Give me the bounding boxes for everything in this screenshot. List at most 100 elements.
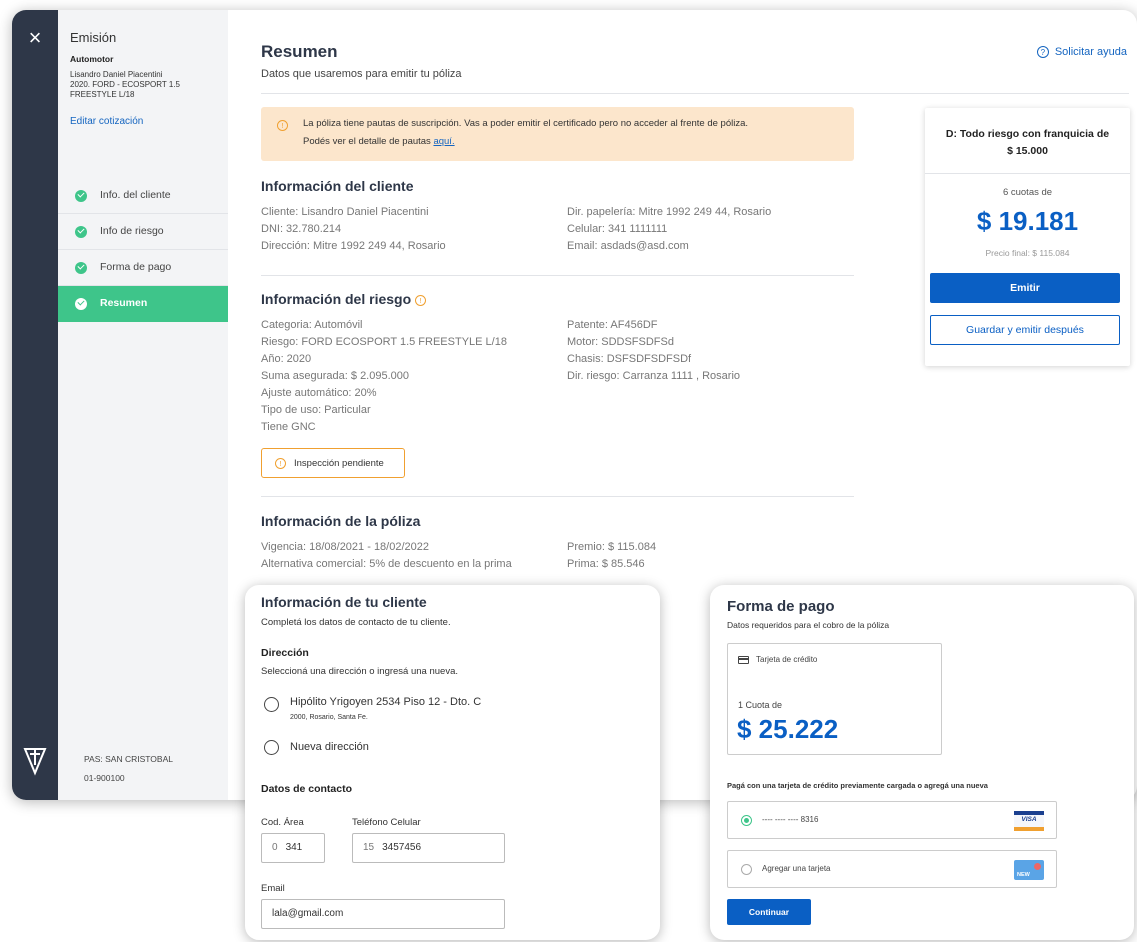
risk-address: Dir. riesgo: Carranza 1111 , Rosario xyxy=(567,370,741,382)
sidebar-code: 01-900100 xyxy=(84,773,125,783)
sidebar-pas: PAS: SAN CRISTOBAL xyxy=(84,754,173,764)
inspection-pending-badge[interactable]: ! Inspección pendiente xyxy=(261,448,405,478)
address-option-detail: 2000, Rosario, Santa Fe. xyxy=(290,714,368,721)
new-card-icon: NEW xyxy=(1014,860,1044,880)
plan-line1: D: Todo riesgo con franquicia de xyxy=(945,128,1110,140)
credit-card-option[interactable]: Tarjeta de crédito 1 Cuota de $ 25.222 xyxy=(727,643,942,755)
area-code-input[interactable]: 0 341 xyxy=(261,833,325,863)
emit-button[interactable]: Emitir xyxy=(930,273,1120,303)
sidebar-step-client-info[interactable]: Info. del cliente xyxy=(58,178,228,214)
plan-name: D: Todo riesgo con franquicia de $ 15.000 xyxy=(933,126,1122,160)
installment-amount: $ 19.181 xyxy=(976,206,1079,236)
alert-line2: Podés ver el detalle de pautas aquí. xyxy=(303,136,455,147)
policy-commercial-alt: Alternativa comercial: 5% de descuento e… xyxy=(261,558,512,570)
address-option-label: Hipólito Yrigoyen 2534 Piso 12 - Dto. C xyxy=(290,696,482,708)
area-code-prefix: 0 xyxy=(272,842,278,853)
sidebar-title: Emisión xyxy=(70,30,117,45)
help-label: Solicitar ayuda xyxy=(1054,46,1127,58)
left-rail: × xyxy=(12,10,58,800)
edit-quote-link[interactable]: Editar cotización xyxy=(70,116,143,127)
continue-button[interactable]: Continuar xyxy=(727,899,811,925)
warning-icon: ! xyxy=(275,458,286,469)
brand-logo-icon xyxy=(23,748,47,776)
contact-title: Datos de contacto xyxy=(261,783,353,795)
sidebar-step-summary[interactable]: Resumen xyxy=(58,286,228,322)
phone-value: 3457456 xyxy=(382,842,422,853)
saved-card-radio[interactable] xyxy=(741,815,752,826)
risk-vehicle: Riesgo: FORD ECOSPORT 1.5 FREESTYLE L/18 xyxy=(261,336,507,348)
policy-premium: Premio: $ 115.084 xyxy=(567,541,657,553)
client-info-title: Información del cliente xyxy=(261,178,414,194)
page-subtitle: Datos que usaremos para emitir tu póliza xyxy=(261,68,462,80)
warning-icon[interactable]: ! xyxy=(415,295,427,306)
page-title: Resumen xyxy=(261,42,338,61)
saved-card-option[interactable]: ---- ---- ---- 8316 VISA xyxy=(727,801,1057,839)
risk-info-title-text: Información del riesgo xyxy=(261,291,412,307)
policy-info-title: Información de la póliza xyxy=(261,513,421,529)
check-circle-icon xyxy=(75,226,87,238)
add-card-radio[interactable] xyxy=(741,864,752,875)
section-divider xyxy=(261,275,854,276)
address-title: Dirección xyxy=(261,647,309,659)
client-cellphone: Celular: 341 1111111 xyxy=(567,223,668,235)
risk-plate: Patente: AF456DF xyxy=(567,319,658,331)
alert-line1: La póliza tiene pautas de suscripción. V… xyxy=(303,118,748,129)
underwriting-alert: ! La póliza tiene pautas de suscripción.… xyxy=(261,107,854,161)
add-card-label: Agregar una tarjeta xyxy=(762,864,831,873)
client-address: Dirección: Mitre 1992 249 44, Rosario xyxy=(261,240,446,252)
email-value: lala@gmail.com xyxy=(272,908,344,919)
check-circle-icon xyxy=(75,298,87,310)
risk-category: Categoria: Automóvil xyxy=(261,319,363,331)
section-divider xyxy=(261,496,854,497)
sidebar-subtitle: Automotor xyxy=(70,54,114,64)
payment-installment-label: 1 Cuota de xyxy=(738,700,783,710)
credit-card-icon xyxy=(738,656,749,664)
alert-detail-link[interactable]: aquí. xyxy=(433,136,454,147)
add-card-option[interactable]: Agregar una tarjeta NEW xyxy=(727,850,1057,888)
risk-usage: Tipo de uso: Particular xyxy=(261,404,371,416)
check-circle-icon xyxy=(75,262,87,274)
payment-card: Forma de pago Datos requeridos para el c… xyxy=(710,585,1134,940)
new-address-label: Nueva dirección xyxy=(290,741,369,753)
sidebar-step-payment[interactable]: Forma de pago xyxy=(58,250,228,286)
final-price: Precio final: $ 115.084 xyxy=(985,248,1070,258)
risk-year: Año: 2020 xyxy=(261,353,312,365)
credit-card-label: Tarjeta de crédito xyxy=(756,655,818,664)
payment-amount: $ 25.222 xyxy=(737,714,839,744)
close-icon[interactable]: × xyxy=(23,26,47,50)
warning-icon: ! xyxy=(277,120,288,131)
risk-info-title: Información del riesgo! xyxy=(261,291,427,307)
area-code-label: Cod. Área xyxy=(261,817,304,828)
client-mail-address: Dir. papelería: Mitre 1992 249 44, Rosar… xyxy=(567,206,772,218)
email-label: Email xyxy=(261,883,285,894)
phone-label: Teléfono Celular xyxy=(352,817,421,828)
summary-card: D: Todo riesgo con franquicia de $ 15.000… xyxy=(925,108,1130,366)
address-subtitle: Seleccioná una dirección o ingresá una n… xyxy=(261,666,458,677)
payment-subtitle: Datos requeridos para el cobro de la pól… xyxy=(727,620,890,630)
visa-icon: VISA xyxy=(1014,811,1044,831)
question-circle-icon: ? xyxy=(1036,46,1049,58)
client-email: Email: asdads@asd.com xyxy=(567,240,689,252)
payment-info: Pagá con una tarjeta de crédito previame… xyxy=(727,781,988,790)
alert-line2-text: Podés ver el detalle de pautas xyxy=(303,136,431,147)
risk-engine: Motor: SDDSFSDFSd xyxy=(567,336,674,348)
address-option-radio[interactable] xyxy=(264,697,279,712)
phone-prefix: 15 xyxy=(363,842,375,853)
step-label: Forma de pago xyxy=(100,261,172,273)
saved-card-number: ---- ---- ---- 8316 xyxy=(762,815,819,824)
step-label: Info de riesgo xyxy=(100,225,164,237)
phone-input[interactable]: 15 3457456 xyxy=(352,833,505,863)
client-card-title: Información de tu cliente xyxy=(261,594,427,610)
email-input[interactable]: lala@gmail.com xyxy=(261,899,505,929)
sidebar-step-risk-info[interactable]: Info de riesgo xyxy=(58,214,228,250)
new-address-radio[interactable] xyxy=(264,740,279,755)
new-card-label: NEW xyxy=(1017,872,1030,878)
visa-label: VISA xyxy=(1021,816,1037,823)
risk-chassis: Chasis: DSFSDFSDFSDf xyxy=(567,353,692,365)
client-card-subtitle: Completá los datos de contacto de tu cli… xyxy=(261,617,451,628)
help-link[interactable]: ? Solicitar ayuda xyxy=(1036,46,1127,58)
save-emit-later-button[interactable]: Guardar y emitir después xyxy=(930,315,1120,345)
sidebar-vehicle: 2020. FORD - ECOSPORT 1.5 FREESTYLE L/18 xyxy=(70,80,180,99)
check-circle-icon xyxy=(75,190,87,202)
risk-auto-adjust: Ajuste automático: 20% xyxy=(261,387,377,399)
